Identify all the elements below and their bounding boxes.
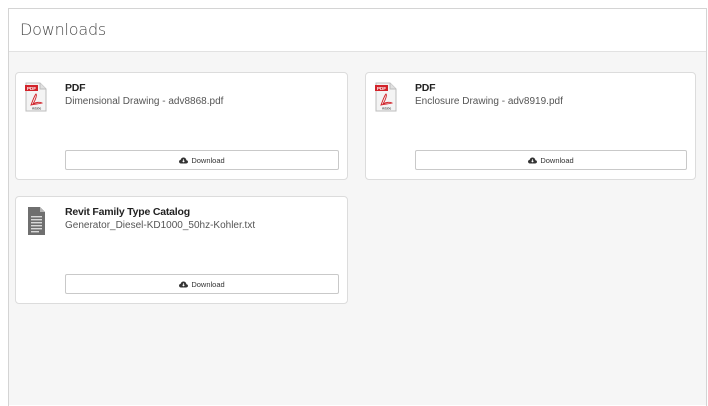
file-name: Enclosure Drawing - adv8919.pdf [415,96,563,107]
download-button-label: Download [540,155,574,165]
file-type-label: PDF [415,82,436,94]
panel-title: Downloads [20,20,107,39]
cloud-download-icon [179,281,189,288]
svg-text:PDF: PDF [377,86,386,91]
download-button[interactable]: Download [415,150,687,170]
svg-text:Adobe: Adobe [32,107,41,111]
file-name: Dimensional Drawing - adv8868.pdf [65,96,224,107]
download-button[interactable]: Download [65,274,339,294]
pdf-icon: PDF Adobe [25,82,47,112]
cloud-download-icon [528,157,538,164]
download-button-label: Download [191,155,225,165]
download-card: PDF Adobe PDF Enclosure Drawing - adv891… [365,72,696,180]
download-button[interactable]: Download [65,150,339,170]
svg-text:PDF: PDF [27,86,36,91]
download-card: Revit Family Type Catalog Generator_Dies… [15,196,348,304]
panel-header: Downloads [9,9,706,52]
text-file-icon [25,206,47,236]
file-type-label: Revit Family Type Catalog [65,206,190,218]
download-card: PDF Adobe PDF Dimensional Drawing - adv8… [15,72,348,180]
download-button-label: Download [191,279,225,289]
cloud-download-icon [179,157,189,164]
file-type-label: PDF [65,82,86,94]
pdf-icon: PDF Adobe [375,82,397,112]
svg-text:Adobe: Adobe [382,107,391,111]
panel-body: PDF Adobe PDF Dimensional Drawing - adv8… [9,52,706,405]
downloads-panel: Downloads PDF Adobe PDF Dimensional Draw… [8,8,707,406]
file-name: Generator_Diesel-KD1000_50hz-Kohler.txt [65,220,256,231]
